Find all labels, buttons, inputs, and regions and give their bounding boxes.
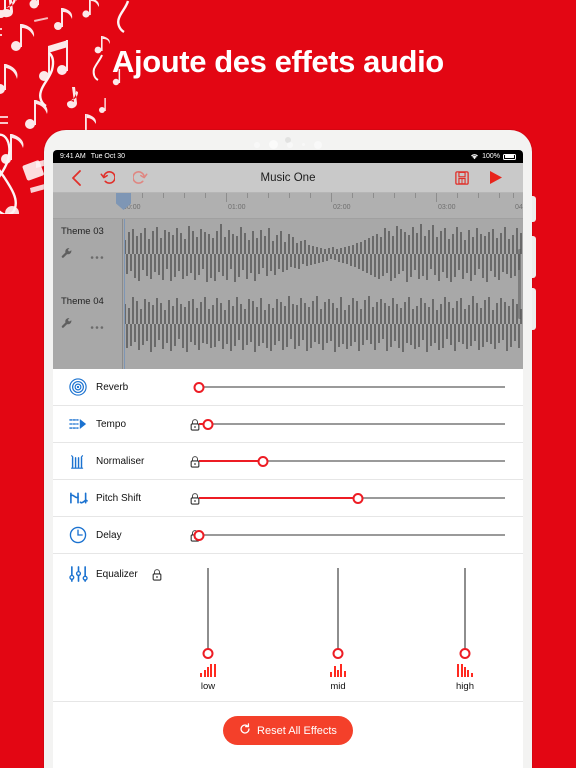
slider-knob[interactable] bbox=[193, 381, 205, 393]
normalise-icon bbox=[67, 453, 89, 470]
carousel-dot-active[interactable] bbox=[269, 140, 278, 149]
slider-knob[interactable] bbox=[202, 418, 214, 430]
pitch-shift-icon bbox=[67, 490, 89, 506]
eq-band-label: high bbox=[456, 681, 474, 692]
waveform-area[interactable] bbox=[123, 219, 523, 369]
track-headers: Theme 03 Theme 04 bbox=[53, 219, 123, 369]
eq-band-knob[interactable] bbox=[332, 648, 344, 659]
carousel-dot[interactable] bbox=[254, 141, 260, 148]
effect-row-reverb[interactable]: Reverb bbox=[53, 369, 523, 406]
track-name: Theme 03 bbox=[61, 226, 104, 237]
eq-band-bars-icon bbox=[308, 661, 368, 677]
page-title: Ajoute des effets audio bbox=[112, 44, 444, 79]
eq-band-mid[interactable]: mid bbox=[308, 568, 368, 692]
reset-icon bbox=[239, 723, 251, 738]
editor-toolbar: Music One bbox=[53, 163, 523, 193]
eq-band-bars-icon bbox=[435, 661, 495, 677]
battery-icon bbox=[503, 153, 516, 160]
waveform-track-1[interactable] bbox=[123, 219, 523, 289]
waveform-2 bbox=[124, 296, 522, 352]
track-header-1[interactable]: Theme 03 bbox=[53, 219, 122, 289]
eq-band-track[interactable] bbox=[202, 568, 214, 659]
eq-band-track[interactable] bbox=[459, 568, 471, 659]
slider-knob[interactable] bbox=[193, 529, 205, 541]
wrench-icon[interactable] bbox=[61, 247, 74, 265]
reverb-icon bbox=[67, 378, 89, 396]
reset-all-effects-button[interactable]: Reset All Effects bbox=[223, 716, 353, 745]
device-screen: 9:41 AM Tue Oct 30 100% Music One 00:00 … bbox=[53, 150, 523, 768]
ruler-label: 02:00 bbox=[333, 204, 351, 211]
undo-button[interactable] bbox=[100, 170, 115, 185]
slider-normaliser[interactable] bbox=[199, 451, 505, 471]
effect-label: Tempo bbox=[96, 418, 127, 430]
more-dots-icon[interactable] bbox=[90, 247, 104, 265]
delay-icon bbox=[67, 526, 89, 544]
effect-row-tempo[interactable]: Tempo bbox=[53, 406, 523, 443]
device-side-button-power[interactable] bbox=[532, 196, 536, 222]
reset-section: Reset All Effects bbox=[53, 702, 523, 760]
carousel-dot[interactable] bbox=[287, 141, 293, 148]
waveform-track-2[interactable] bbox=[123, 289, 523, 359]
status-bar: 9:41 AM Tue Oct 30 100% bbox=[53, 150, 523, 163]
slider-delay[interactable] bbox=[193, 525, 505, 545]
effect-label: Reverb bbox=[96, 381, 129, 393]
eq-band-track[interactable] bbox=[332, 568, 344, 659]
timeline-ruler[interactable]: 00:00 01:00 02:00 03:00 04:00 bbox=[53, 193, 523, 219]
save-button[interactable] bbox=[455, 170, 469, 185]
ruler-label: 04:00 bbox=[515, 204, 523, 211]
carousel-dots bbox=[0, 140, 576, 149]
redo-button[interactable] bbox=[133, 170, 148, 185]
battery-percent: 100% bbox=[482, 153, 500, 160]
slider-pitch-shift[interactable] bbox=[199, 488, 505, 508]
wrench-icon[interactable] bbox=[61, 317, 74, 335]
ruler-label: 03:00 bbox=[438, 204, 456, 211]
effect-row-pitch-shift[interactable]: Pitch Shift bbox=[53, 480, 523, 517]
eq-band-label: low bbox=[200, 681, 216, 692]
eq-band-knob[interactable] bbox=[202, 648, 214, 659]
back-button[interactable] bbox=[71, 169, 82, 186]
eq-band-bars-icon bbox=[178, 661, 238, 677]
equalizer-section: Equalizer low mid high bbox=[53, 554, 523, 702]
effect-row-normaliser[interactable]: Normaliser bbox=[53, 443, 523, 480]
eq-band-high[interactable]: high bbox=[435, 568, 495, 692]
device-side-button-volume-down[interactable] bbox=[532, 288, 536, 330]
eq-band-label: mid bbox=[330, 681, 346, 692]
reset-button-label: Reset All Effects bbox=[257, 724, 337, 737]
track-area: Theme 03 Theme 04 bbox=[53, 219, 523, 369]
eq-band-low[interactable]: low bbox=[178, 568, 238, 692]
tablet-device-frame: 9:41 AM Tue Oct 30 100% Music One 00:00 … bbox=[44, 130, 536, 768]
wifi-icon bbox=[471, 154, 479, 160]
vertical-scrollbar[interactable] bbox=[518, 249, 521, 319]
effect-label: Delay bbox=[96, 529, 122, 541]
tempo-icon bbox=[67, 417, 89, 431]
slider-knob[interactable] bbox=[257, 455, 269, 467]
slider-knob[interactable] bbox=[352, 492, 364, 504]
effect-label: Pitch Shift bbox=[96, 492, 142, 504]
eq-band-knob[interactable] bbox=[459, 648, 471, 659]
play-button[interactable] bbox=[489, 170, 503, 185]
slider-reverb[interactable] bbox=[193, 377, 505, 397]
waveform-1 bbox=[124, 224, 522, 282]
track-header-2[interactable]: Theme 04 bbox=[53, 289, 122, 359]
effects-list: Reverb Tempo Normaliser Pitch Shift Dela… bbox=[53, 369, 523, 760]
status-bar-date: Tue Oct 30 bbox=[90, 153, 126, 160]
track-name: Theme 04 bbox=[61, 296, 104, 307]
carousel-dot[interactable] bbox=[314, 140, 322, 149]
status-bar-time: 9:41 AM bbox=[60, 153, 86, 160]
ruler-label: 01:00 bbox=[228, 204, 246, 211]
effect-label: Normaliser bbox=[96, 455, 145, 467]
carousel-dot[interactable] bbox=[302, 143, 305, 146]
playhead-line[interactable] bbox=[124, 219, 125, 369]
more-dots-icon[interactable] bbox=[90, 317, 104, 335]
effect-row-delay[interactable]: Delay bbox=[53, 517, 523, 554]
slider-tempo[interactable] bbox=[199, 414, 505, 434]
device-side-button-volume-up[interactable] bbox=[532, 236, 536, 278]
